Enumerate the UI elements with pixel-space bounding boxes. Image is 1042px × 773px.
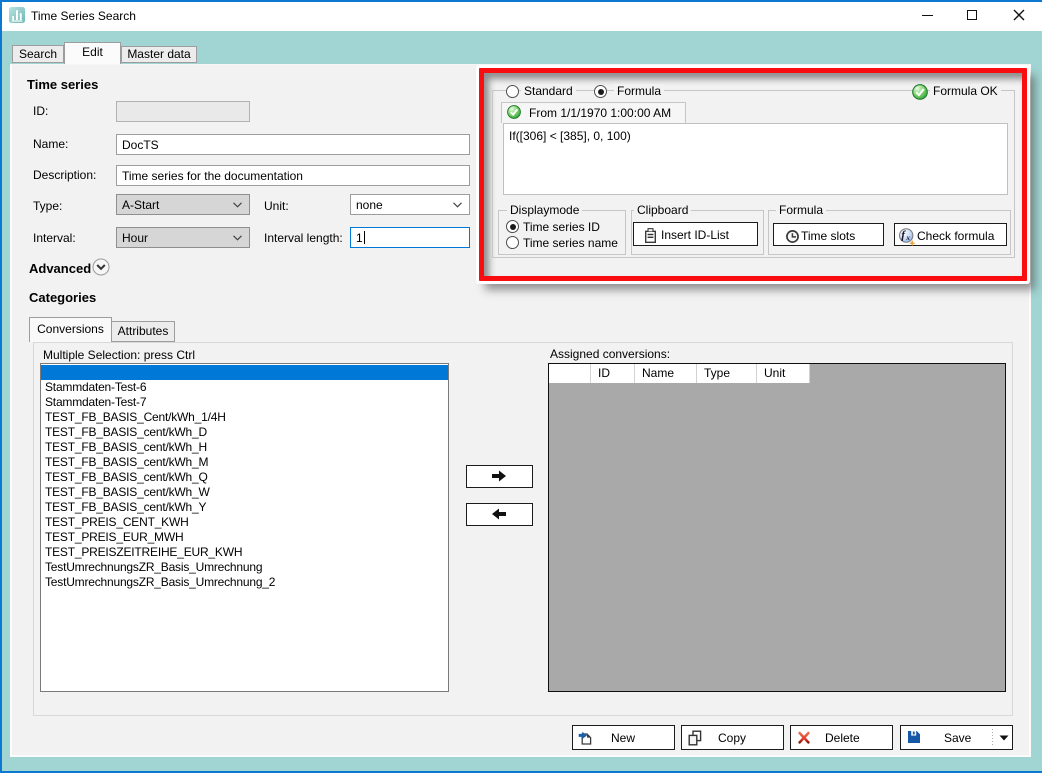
svg-text:x: x bbox=[905, 234, 910, 242]
